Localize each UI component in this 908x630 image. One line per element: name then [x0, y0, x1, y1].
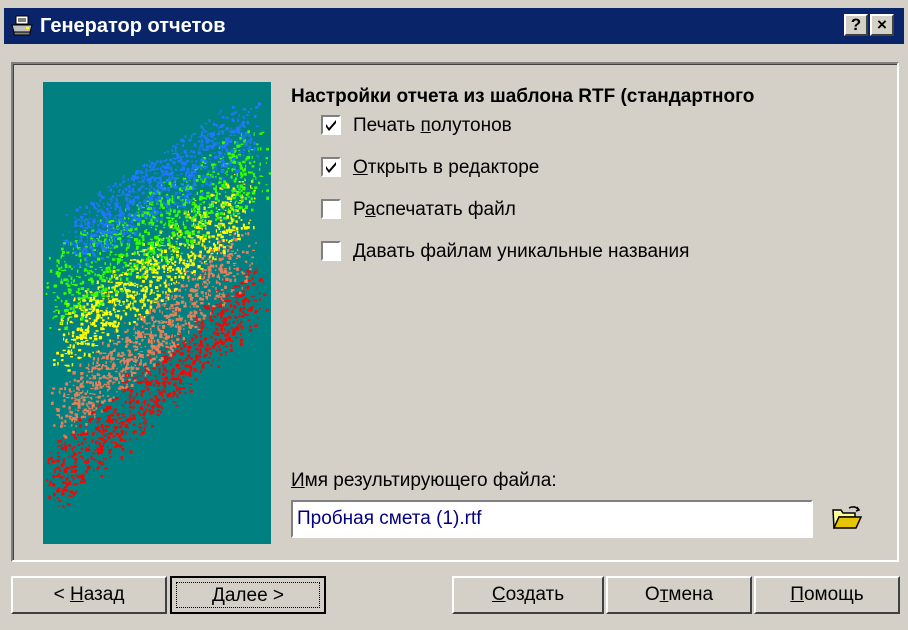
section-heading: Настройки отчета из шаблона RTF (стандар…	[291, 86, 755, 107]
focus-rect: Далее >	[176, 582, 320, 608]
create-button[interactable]: Создать	[452, 576, 604, 614]
help-button[interactable]: ?	[844, 14, 868, 36]
open-folder-icon[interactable]	[831, 504, 863, 532]
unique-filenames-checkbox[interactable]	[320, 240, 342, 262]
output-filename-input[interactable]	[291, 500, 813, 538]
printer-icon	[11, 15, 33, 36]
option-label: Печать полутонов	[353, 115, 512, 136]
back-button[interactable]: < Назад	[11, 576, 167, 614]
option-label: Открыть в редакторе	[353, 157, 540, 178]
cancel-button[interactable]: Отмена	[606, 576, 752, 614]
open-in-editor-checkbox[interactable]	[320, 156, 342, 178]
print-file-checkbox[interactable]	[320, 198, 342, 220]
option-label: Давать файлам уникальные названия	[353, 241, 690, 262]
wizard-illustration	[43, 82, 271, 544]
output-filename-label: Имя результирующего файла:	[291, 470, 557, 491]
title-bar[interactable]: Генератор отчетов ? ×	[4, 8, 904, 44]
report-generator-dialog: Генератор отчетов ? × Настройки отчета и…	[0, 0, 908, 630]
close-button[interactable]: ×	[870, 14, 894, 36]
wizard-page: Настройки отчета из шаблона RTF (стандар…	[11, 62, 899, 562]
halftone-print-checkbox[interactable]	[320, 114, 342, 136]
window-title: Генератор отчетов	[40, 15, 226, 37]
next-button[interactable]: Далее >	[170, 576, 326, 614]
option-label: Распечатать файл	[353, 199, 516, 220]
help-page-button[interactable]: Помощь	[754, 576, 900, 614]
